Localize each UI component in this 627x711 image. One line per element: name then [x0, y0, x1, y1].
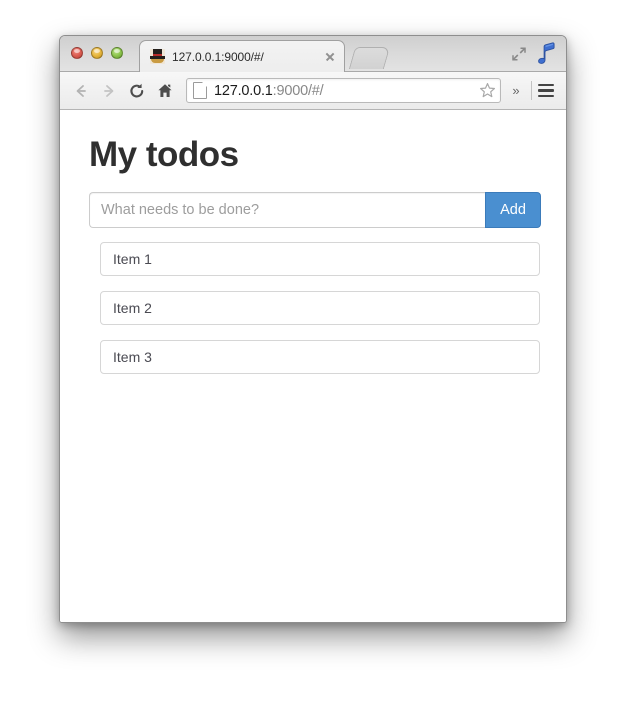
page-viewport: My todos Add Item 1 Item 2 Item 3 — [60, 110, 566, 622]
mustache-hat-favicon — [150, 49, 165, 64]
window-minimize-button[interactable] — [91, 47, 103, 59]
fullscreen-arrows-icon[interactable] — [511, 46, 527, 62]
window-traffic-lights — [71, 47, 123, 59]
page-document-icon — [193, 82, 207, 99]
window-zoom-button[interactable] — [111, 47, 123, 59]
reload-button[interactable] — [124, 78, 149, 103]
chrome-menu-button[interactable] — [536, 81, 556, 101]
todo-app: My todos Add Item 1 Item 2 Item 3 — [60, 110, 566, 374]
address-bar[interactable]: 127.0.0.1:9000/#/ — [186, 78, 501, 103]
add-todo-button[interactable]: Add — [485, 191, 541, 228]
list-item[interactable]: Item 3 — [100, 339, 540, 374]
todo-item-label: Item 3 — [113, 348, 152, 365]
browser-toolbar: 127.0.0.1:9000/#/ » — [60, 72, 566, 110]
url-path: :9000/#/ — [272, 82, 324, 99]
list-item[interactable]: Item 2 — [100, 290, 540, 325]
todo-item-label: Item 2 — [113, 299, 152, 316]
close-icon[interactable] — [322, 49, 338, 65]
window-controls-right — [511, 42, 558, 66]
bookmark-star-icon[interactable] — [479, 82, 496, 99]
back-button[interactable] — [68, 78, 93, 103]
browser-tab[interactable]: 127.0.0.1:9000/#/ — [139, 40, 345, 72]
todo-item-label: Item 1 — [113, 250, 152, 267]
forward-button[interactable] — [96, 78, 121, 103]
add-todo-form: Add — [89, 191, 541, 228]
new-tab-button[interactable] — [348, 47, 391, 69]
music-note-icon[interactable] — [536, 42, 558, 66]
page-title: My todos — [89, 135, 239, 174]
todo-list: Item 1 Item 2 Item 3 — [100, 241, 540, 374]
window-close-button[interactable] — [71, 47, 83, 59]
tab-title: 127.0.0.1:9000/#/ — [172, 49, 264, 64]
new-todo-input[interactable] — [89, 191, 485, 228]
url-host: 127.0.0.1 — [214, 82, 273, 99]
tab-strip: 127.0.0.1:9000/#/ — [60, 36, 566, 72]
toolbar-divider — [531, 81, 532, 100]
address-bar-url: 127.0.0.1:9000/#/ — [214, 83, 475, 99]
browser-window: 127.0.0.1:9000/#/ 127.0.0.1:9000/#/ » My… — [59, 35, 567, 623]
home-button[interactable] — [152, 78, 177, 103]
toolbar-overflow-chevron[interactable]: » — [508, 83, 524, 98]
list-item[interactable]: Item 1 — [100, 241, 540, 276]
